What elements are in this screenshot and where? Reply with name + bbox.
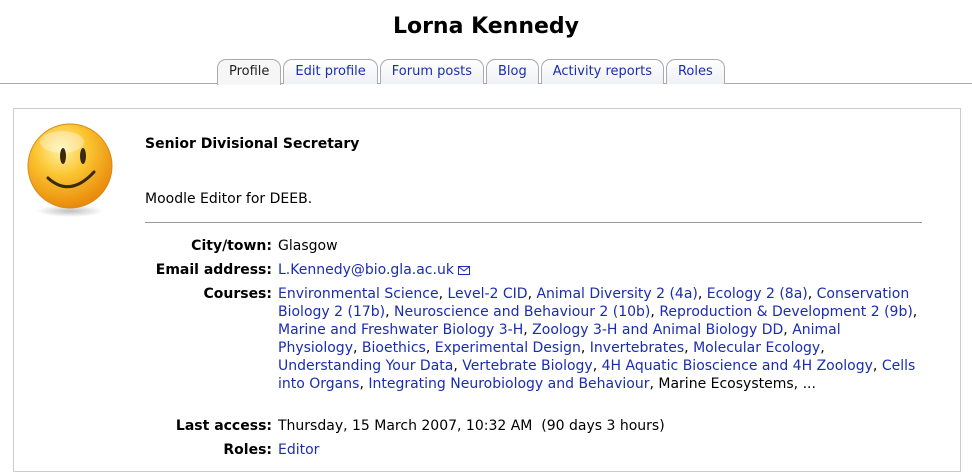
course-link[interactable]: Ecology 2 (8a) <box>707 286 808 302</box>
tab-bar: Profile Edit profile Forum posts Blog Ac… <box>217 59 727 85</box>
course-link[interactable]: Integrating Neurobiology and Behaviour <box>368 376 649 392</box>
profile-position: Senior Divisional Secretary <box>145 136 360 152</box>
courses-label: Courses: <box>203 286 272 302</box>
tab-profile[interactable]: Profile <box>217 59 282 85</box>
course-link[interactable]: Neuroscience and Behaviour 2 (10b) <box>394 304 650 320</box>
course-link[interactable]: Experimental Design <box>435 340 581 356</box>
profile-description: Moodle Editor for DEEB. <box>145 191 313 207</box>
email-link[interactable]: L.Kennedy@bio.gla.ac.uk <box>278 262 454 278</box>
course-link[interactable]: Bioethics <box>362 340 426 356</box>
course-link[interactable]: Vertebrate Biology <box>462 358 592 374</box>
last-access-label: Last access: <box>175 418 272 434</box>
course-link[interactable]: Level-2 CID <box>448 286 528 302</box>
page-title: Lorna Kennedy <box>392 14 580 39</box>
role-link-editor[interactable]: Editor <box>278 442 319 458</box>
tab-roles[interactable]: Roles <box>665 59 725 84</box>
roles-label: Roles: <box>223 442 272 458</box>
last-access-value: Thursday, 15 March 2007, 10:32 AM (90 da… <box>278 418 665 434</box>
course-link[interactable]: Animal Diversity 2 (4a) <box>536 286 697 302</box>
email-row: L.Kennedy@bio.gla.ac.uk <box>278 261 470 279</box>
course-link[interactable]: Marine and Freshwater Biology 3-H <box>278 322 523 338</box>
course-link[interactable]: Understanding Your Data <box>278 358 453 374</box>
tab-edit-profile[interactable]: Edit profile <box>283 59 378 84</box>
tab-forum-posts[interactable]: Forum posts <box>379 59 484 84</box>
profile-page: Lorna Kennedy Profile Edit profile Forum… <box>0 0 972 474</box>
tab-blog[interactable]: Blog <box>486 59 539 84</box>
city-label: City/town: <box>191 238 272 254</box>
course-link[interactable]: Reproduction & Development 2 (9b) <box>659 304 912 320</box>
course-link[interactable]: 4H Aquatic Bioscience and 4H Zoology <box>602 358 873 374</box>
course-link[interactable]: Zoology 3-H and Animal Biology DD <box>532 322 783 338</box>
course-link[interactable]: Environmental Science <box>278 286 439 302</box>
course-link[interactable]: Molecular Ecology <box>693 340 820 356</box>
tab-activity-reports[interactable]: Activity reports <box>540 59 664 84</box>
course-link[interactable]: Invertebrates <box>590 340 684 356</box>
course-link: Marine Ecosystems <box>658 376 794 392</box>
email-label: Email address: <box>155 262 272 278</box>
smiley-face-icon <box>27 123 113 217</box>
courses-list: Environmental Science, Level-2 CID, Anim… <box>278 286 918 392</box>
profile-divider <box>145 222 922 223</box>
roles-value-row: Editor <box>278 441 319 459</box>
city-value: Glasgow <box>278 238 338 254</box>
envelope-icon[interactable] <box>457 265 470 275</box>
courses-more: ... <box>802 376 816 392</box>
